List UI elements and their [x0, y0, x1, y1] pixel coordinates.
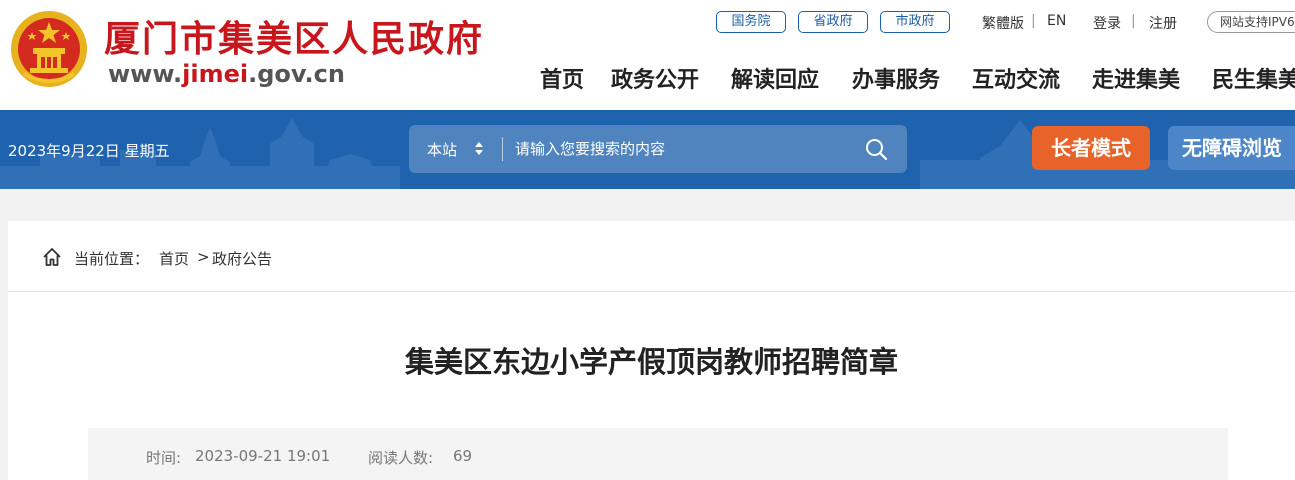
nav-item-livelihood[interactable]: 民生集美	[1212, 62, 1295, 94]
breadcrumb-current-link[interactable]: 政府公告	[212, 248, 272, 269]
article-meta: 时间: 2023-09-21 19:01 阅读人数: 69	[88, 428, 1228, 480]
traditional-chinese-link[interactable]: 繁體版	[982, 13, 1024, 33]
search-box: 本站	[409, 125, 907, 173]
view-count-label: 阅读人数:	[368, 449, 434, 467]
site-header: 厦门市集美区人民政府 www.jimei.gov.cn 国务院 省政府 市政府 …	[0, 0, 1295, 110]
publish-time-label: 时间:	[146, 449, 182, 467]
divider: |	[1031, 13, 1036, 29]
breadcrumb-home-link[interactable]: 首页	[159, 248, 189, 269]
divider: |	[1131, 13, 1136, 29]
site-url-suffix: .gov.cn	[248, 60, 345, 88]
english-link[interactable]: EN	[1047, 13, 1066, 29]
nav-item-home[interactable]: 首页	[540, 62, 584, 94]
search-banner: 2023年9月22日 星期五 本站 长者模式 无障碍浏览	[0, 110, 1295, 189]
elder-mode-button[interactable]: 长者模式	[1032, 126, 1150, 170]
article-container: 当前位置： 首页 > 政府公告 集美区东边小学产假顶岗教师招聘简章 时间: 20…	[8, 221, 1295, 480]
ipv6-badge: 网站支持IPV6	[1207, 11, 1295, 33]
province-gov-link[interactable]: 省政府	[798, 11, 868, 33]
national-emblem-icon	[11, 11, 87, 87]
current-date: 2023年9月22日 星期五	[8, 142, 170, 160]
up-down-arrows-icon	[475, 142, 483, 155]
breadcrumb-separator: >	[197, 248, 210, 266]
search-icon[interactable]	[864, 137, 888, 161]
site-title: 厦门市集美区人民政府	[104, 18, 485, 60]
breadcrumb-label: 当前位置：	[74, 250, 150, 268]
register-link[interactable]: 注册	[1149, 13, 1177, 33]
city-gov-link[interactable]: 市政府	[880, 11, 950, 33]
breadcrumb: 当前位置： 首页 > 政府公告	[8, 221, 1295, 292]
nav-item-about-jimei[interactable]: 走进集美	[1092, 62, 1180, 94]
nav-item-interpretation[interactable]: 解读回应	[731, 62, 819, 94]
login-link[interactable]: 登录	[1093, 13, 1121, 33]
nav-item-interaction[interactable]: 互动交流	[972, 62, 1060, 94]
search-scope-select[interactable]: 本站	[427, 139, 457, 160]
site-url-prefix: www.	[108, 60, 183, 88]
search-divider	[502, 137, 503, 161]
search-input[interactable]	[515, 134, 845, 164]
site-url: www.jimei.gov.cn	[108, 60, 345, 88]
home-icon	[43, 248, 61, 266]
state-council-link[interactable]: 国务院	[716, 11, 786, 33]
view-count-value: 69	[453, 447, 473, 465]
accessibility-button[interactable]: 无障碍浏览	[1168, 126, 1295, 170]
nav-item-services[interactable]: 办事服务	[852, 62, 940, 94]
article-title: 集美区东边小学产假顶岗教师招聘简章	[404, 345, 898, 379]
publish-time-value: 2023-09-21 19:01	[195, 447, 331, 465]
site-url-domain: jimei	[182, 60, 249, 88]
nav-item-gov-affairs[interactable]: 政务公开	[611, 62, 699, 94]
